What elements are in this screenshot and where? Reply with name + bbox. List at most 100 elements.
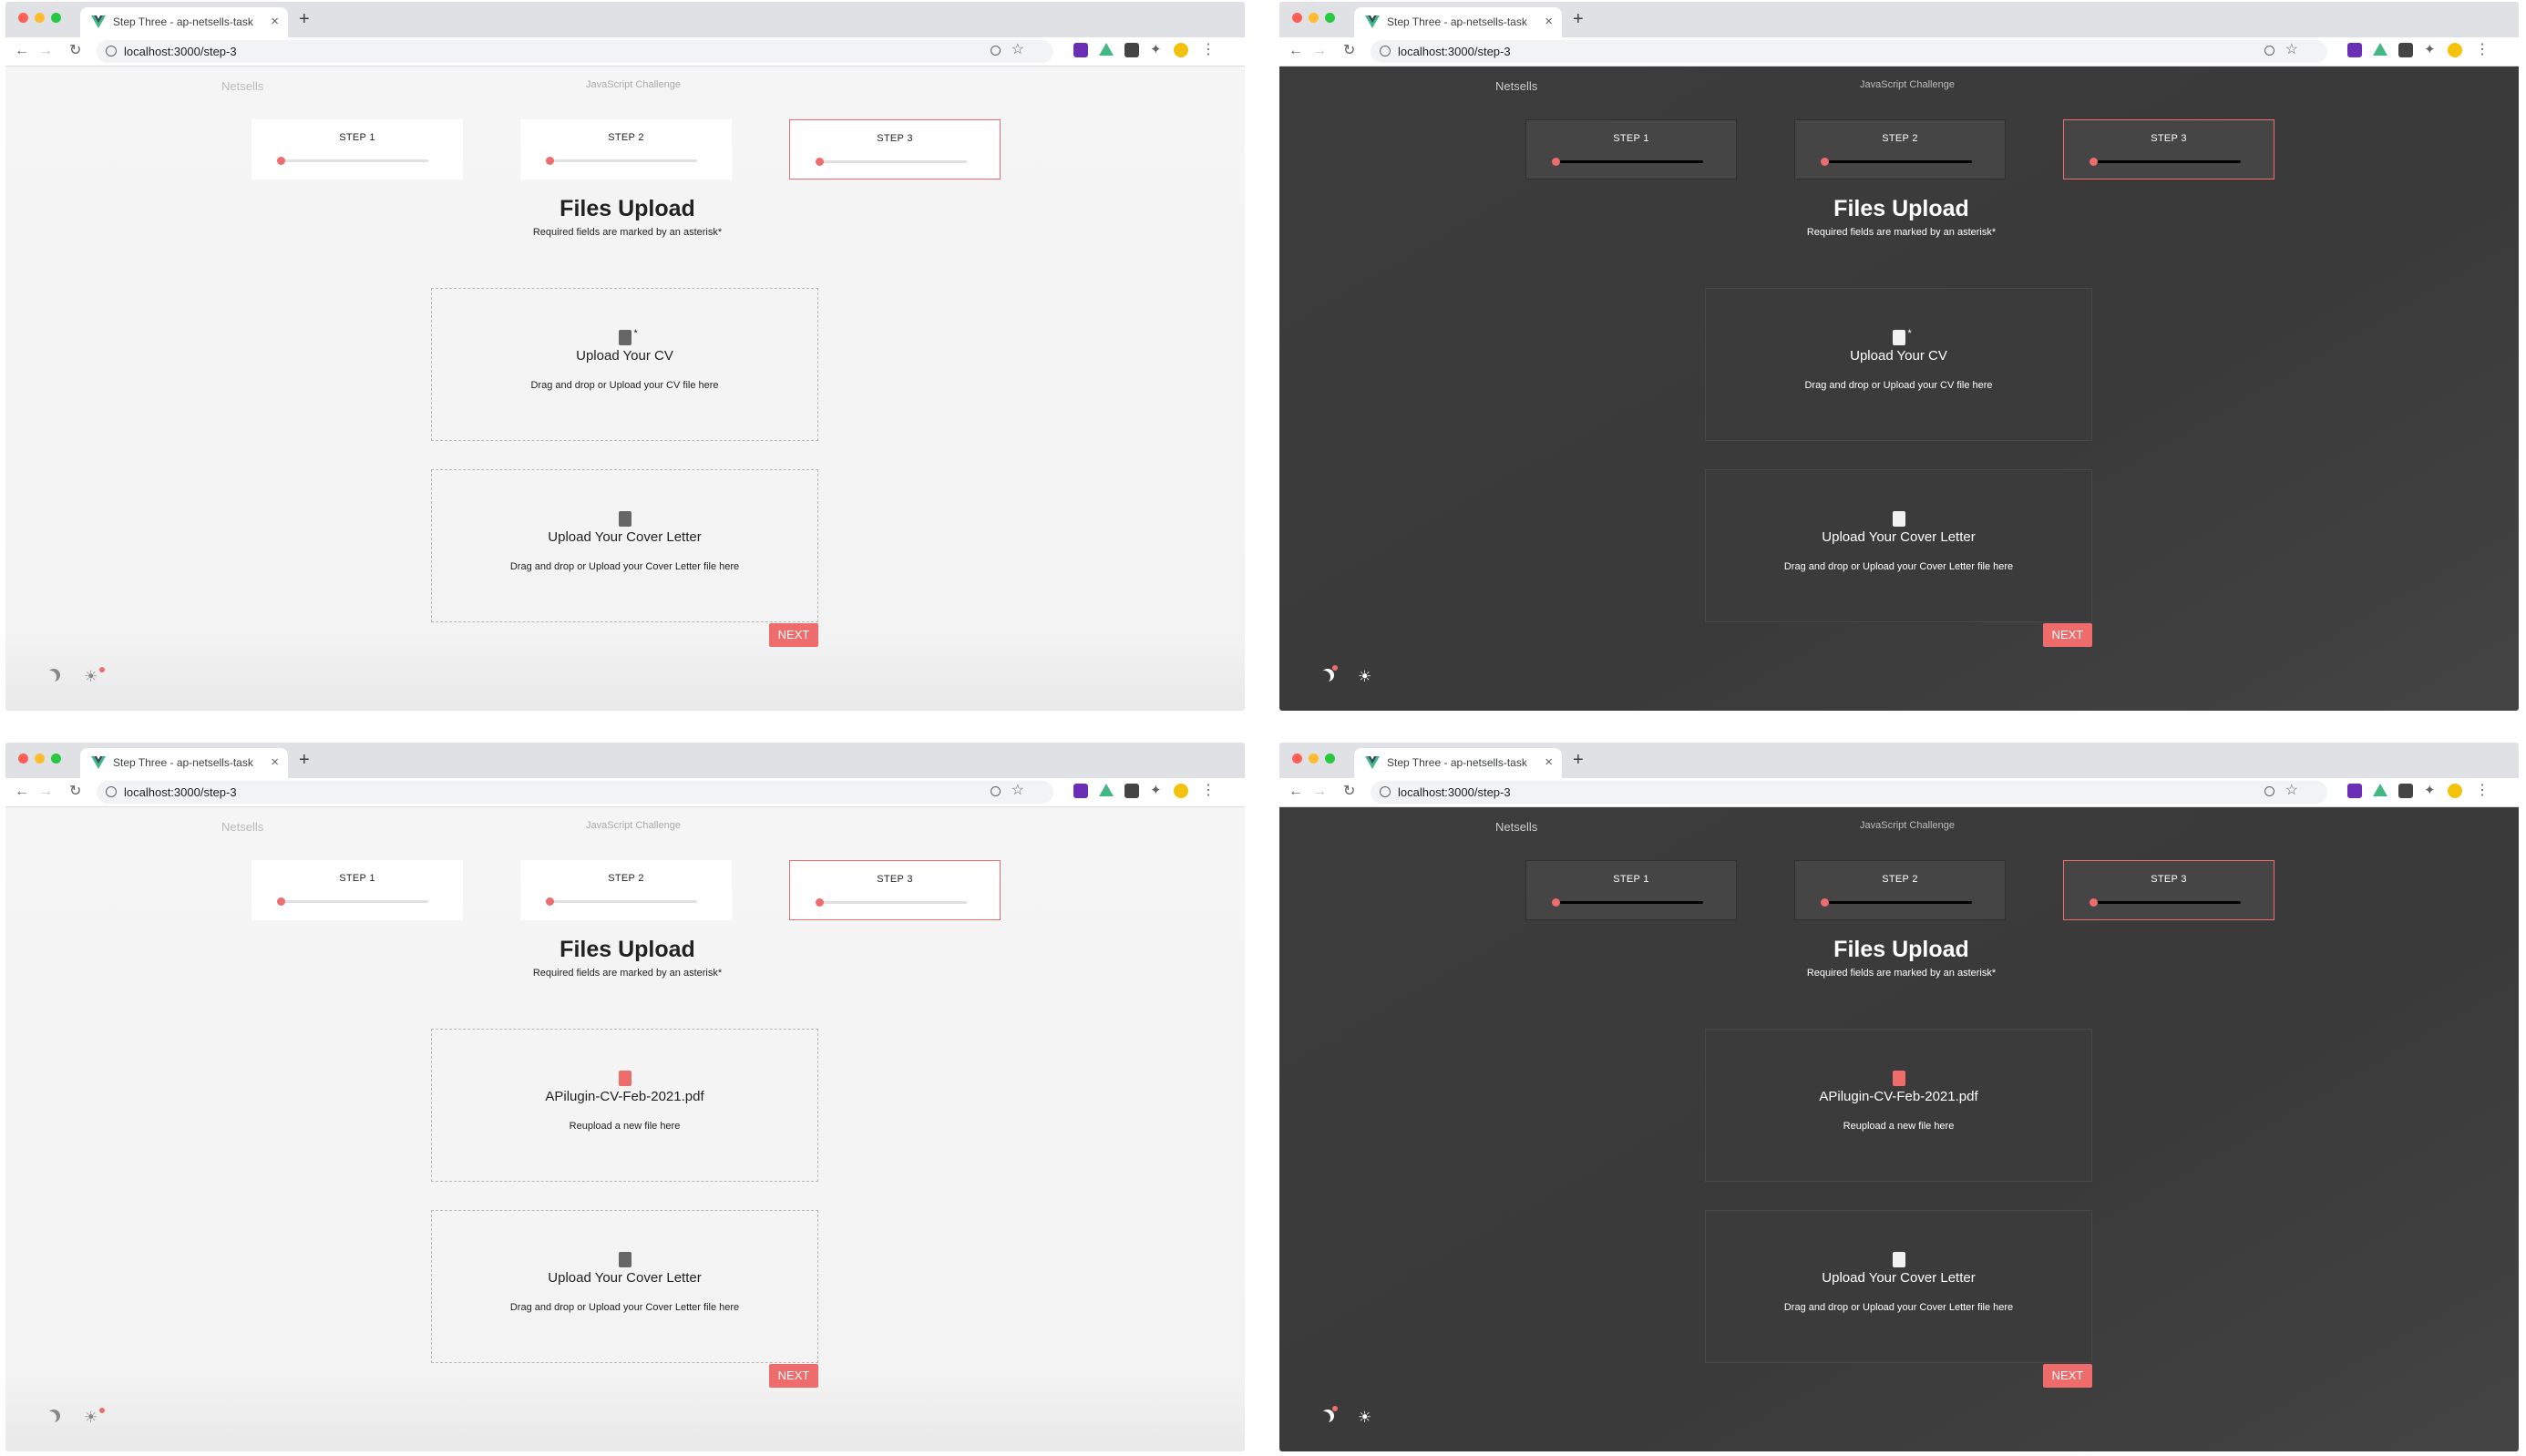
menu-dots-icon[interactable]: ⋮	[2475, 43, 2490, 57]
maximize-window-button[interactable]	[1325, 754, 1335, 764]
sun-icon[interactable]: ☀	[1358, 669, 1371, 684]
next-button[interactable]: NEXT	[2043, 1364, 2092, 1388]
maximize-window-button[interactable]	[51, 754, 61, 764]
step-card-3[interactable]: STEP 3	[2063, 860, 2274, 920]
new-tab-button[interactable]: +	[1573, 750, 1584, 770]
cover-letter-dropzone[interactable]: Upload Your Cover Letter Drag and drop o…	[431, 469, 818, 622]
back-icon[interactable]: ←	[15, 783, 29, 801]
address-bar[interactable]: localhost:3000/step-3 ☆	[1371, 781, 2327, 804]
tab-close-icon[interactable]: ×	[271, 754, 279, 770]
moon-icon[interactable]	[1318, 671, 1330, 683]
bookmark-star-icon[interactable]: ☆	[1011, 782, 1024, 800]
cv-dropzone[interactable]: * Upload Your CV Drag and drop or Upload…	[431, 288, 818, 441]
close-window-button[interactable]	[18, 754, 28, 764]
step-card-1[interactable]: STEP 1	[252, 860, 463, 920]
bookmark-star-icon[interactable]: ☆	[2285, 782, 2298, 800]
sun-icon[interactable]: ☀	[84, 669, 98, 684]
site-info-icon[interactable]	[106, 786, 117, 797]
next-button[interactable]: NEXT	[769, 623, 818, 647]
step-card-1[interactable]: STEP 1	[252, 119, 463, 179]
cover-letter-dropzone[interactable]: Upload Your Cover Letter Drag and drop o…	[1705, 1210, 2092, 1363]
step-card-2[interactable]: STEP 2	[520, 119, 732, 179]
extension-icon[interactable]	[1124, 43, 1139, 57]
url-text[interactable]: localhost:3000/step-3	[124, 45, 237, 58]
sun-icon[interactable]: ☀	[1358, 1410, 1371, 1425]
zoom-icon[interactable]	[2264, 46, 2274, 56]
step-card-1[interactable]: STEP 1	[1525, 860, 1737, 920]
site-info-icon[interactable]	[1380, 46, 1391, 56]
browser-tab[interactable]: Step Three - ap-netsells-task ×	[1354, 7, 1562, 37]
browser-tab[interactable]: Step Three - ap-netsells-task ×	[80, 7, 288, 37]
brand-logo[interactable]: Netsells	[1495, 820, 1537, 834]
sun-icon[interactable]: ☀	[84, 1410, 98, 1425]
step-card-2[interactable]: STEP 2	[1794, 860, 2006, 920]
back-icon[interactable]: ←	[1289, 783, 1303, 801]
next-button[interactable]: NEXT	[769, 1364, 818, 1388]
reload-icon[interactable]: ↻	[1343, 42, 1355, 60]
minimize-window-button[interactable]	[35, 13, 45, 23]
moon-icon[interactable]	[1318, 1411, 1330, 1424]
vue-devtools-icon[interactable]	[1099, 784, 1114, 796]
maximize-window-button[interactable]	[1325, 13, 1335, 23]
address-bar[interactable]: localhost:3000/step-3 ☆	[97, 781, 1053, 804]
brand-logo[interactable]: Netsells	[1495, 79, 1537, 93]
zoom-icon[interactable]	[991, 46, 1001, 56]
puzzle-icon[interactable]: ✦	[2424, 784, 2439, 798]
puzzle-icon[interactable]: ✦	[1150, 43, 1165, 57]
vue-devtools-icon[interactable]	[1099, 43, 1114, 56]
close-window-button[interactable]	[1292, 13, 1302, 23]
back-icon[interactable]: ←	[1289, 42, 1303, 60]
step-card-1[interactable]: STEP 1	[1525, 119, 1737, 179]
tab-close-icon[interactable]: ×	[1545, 754, 1553, 770]
forward-icon[interactable]: →	[1312, 783, 1327, 801]
new-tab-button[interactable]: +	[299, 9, 310, 29]
site-info-icon[interactable]	[1380, 786, 1391, 797]
reload-icon[interactable]: ↻	[69, 42, 81, 60]
profile-avatar-icon[interactable]	[2448, 784, 2462, 798]
extension-icon[interactable]	[2398, 43, 2413, 57]
moon-icon[interactable]	[44, 1411, 56, 1424]
close-window-button[interactable]	[1292, 754, 1302, 764]
brand-logo[interactable]: Netsells	[221, 820, 263, 834]
tab-close-icon[interactable]: ×	[1545, 14, 1553, 29]
cover-letter-dropzone[interactable]: Upload Your Cover Letter Drag and drop o…	[1705, 469, 2092, 622]
bookmark-star-icon[interactable]: ☆	[1011, 41, 1024, 59]
moon-icon[interactable]	[44, 671, 56, 683]
zoom-icon[interactable]	[991, 786, 1001, 796]
puzzle-icon[interactable]: ✦	[1150, 784, 1165, 798]
puzzle-icon[interactable]: ✦	[2424, 43, 2439, 57]
new-tab-button[interactable]: +	[299, 750, 310, 770]
reload-icon[interactable]: ↻	[69, 783, 81, 801]
profile-avatar-icon[interactable]	[1174, 43, 1188, 57]
extension-icon[interactable]	[2347, 43, 2362, 57]
address-bar[interactable]: localhost:3000/step-3 ☆	[97, 40, 1053, 63]
step-card-3[interactable]: STEP 3	[789, 119, 1001, 179]
close-window-button[interactable]	[18, 13, 28, 23]
url-text[interactable]: localhost:3000/step-3	[1398, 45, 1511, 58]
step-card-3[interactable]: STEP 3	[2063, 119, 2274, 179]
vue-devtools-icon[interactable]	[2373, 43, 2387, 56]
cover-letter-dropzone[interactable]: Upload Your Cover Letter Drag and drop o…	[431, 1210, 818, 1363]
menu-dots-icon[interactable]: ⋮	[1201, 43, 1216, 57]
forward-icon[interactable]: →	[1312, 42, 1327, 60]
zoom-icon[interactable]	[2264, 786, 2274, 796]
minimize-window-button[interactable]	[35, 754, 45, 764]
menu-dots-icon[interactable]: ⋮	[1201, 784, 1216, 798]
browser-tab[interactable]: Step Three - ap-netsells-task ×	[1354, 748, 1562, 778]
tab-close-icon[interactable]: ×	[271, 14, 279, 29]
profile-avatar-icon[interactable]	[1174, 784, 1188, 798]
extension-icon[interactable]	[2347, 784, 2362, 798]
step-card-3[interactable]: STEP 3	[789, 860, 1001, 920]
forward-icon[interactable]: →	[38, 783, 53, 801]
step-card-2[interactable]: STEP 2	[1794, 119, 2006, 179]
cv-dropzone[interactable]: APilugin-CV-Feb-2021.pdf Reupload a new …	[431, 1029, 818, 1182]
cv-dropzone[interactable]: APilugin-CV-Feb-2021.pdf Reupload a new …	[1705, 1029, 2092, 1182]
new-tab-button[interactable]: +	[1573, 9, 1584, 29]
extension-icon[interactable]	[1073, 43, 1088, 57]
address-bar[interactable]: localhost:3000/step-3 ☆	[1371, 40, 2327, 63]
extension-icon[interactable]	[1124, 784, 1139, 798]
maximize-window-button[interactable]	[51, 13, 61, 23]
profile-avatar-icon[interactable]	[2448, 43, 2462, 57]
extension-icon[interactable]	[1073, 784, 1088, 798]
next-button[interactable]: NEXT	[2043, 623, 2092, 647]
